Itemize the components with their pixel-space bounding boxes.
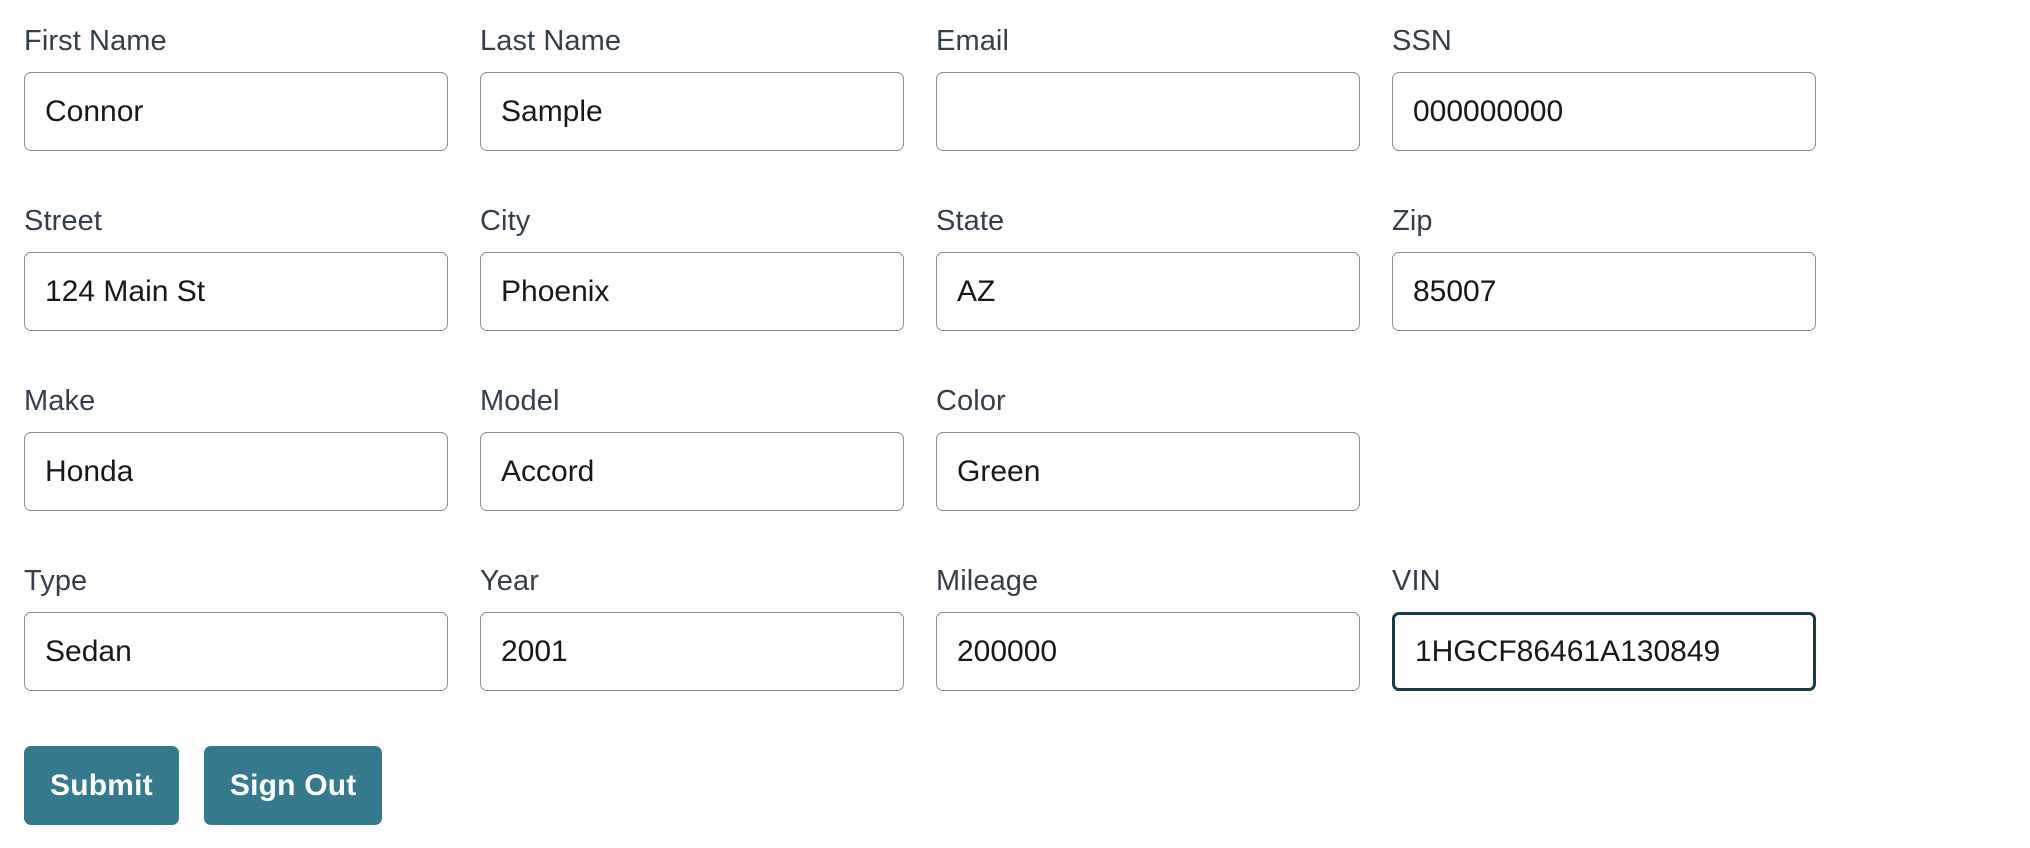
form-field-first-name: First Name Connor <box>24 24 448 204</box>
color-label: Color <box>936 385 1006 417</box>
street-label: Street <box>24 205 102 237</box>
type-label: Type <box>24 565 88 597</box>
make-value: Honda <box>45 454 134 488</box>
year-label: Year <box>480 565 539 597</box>
last-name-input[interactable]: Sample <box>480 72 904 151</box>
form-field-zip: Zip 85007 <box>1392 204 1816 384</box>
vin-value: 1HGCF86461A130849 <box>1415 634 1721 668</box>
model-label: Model <box>480 385 560 417</box>
ssn-label: SSN <box>1392 25 1452 57</box>
city-value: Phoenix <box>501 274 610 308</box>
email-input[interactable] <box>936 72 1360 151</box>
year-input[interactable]: 2001 <box>480 612 904 691</box>
vehicle-owner-form: First Name Connor Last Name Sample Email SSN 0… <box>0 0 2030 848</box>
state-label: State <box>936 205 1005 237</box>
color-value: Green <box>957 454 1041 488</box>
form-field-color: Color Green <box>936 384 1360 564</box>
state-input[interactable]: AZ <box>936 252 1360 331</box>
ssn-value: 000000000 <box>1413 94 1564 128</box>
form-field-make: Make Honda <box>24 384 448 564</box>
street-input[interactable]: 124 Main St <box>24 252 448 331</box>
make-input[interactable]: Honda <box>24 432 448 511</box>
mileage-value: 200000 <box>957 634 1058 668</box>
email-label: Email <box>936 25 1010 57</box>
mileage-input[interactable]: 200000 <box>936 612 1360 691</box>
vin-input[interactable]: 1HGCF86461A130849 <box>1392 612 1816 691</box>
form-field-city: City Phoenix <box>480 204 904 384</box>
form-field-grid: First Name Connor Last Name Sample Email SSN 0… <box>24 24 2030 744</box>
year-value: 2001 <box>501 634 568 668</box>
form-field-email: Email <box>936 24 1360 204</box>
last-name-label: Last Name <box>480 25 622 57</box>
first-name-input[interactable]: Connor <box>24 72 448 151</box>
sign-out-button[interactable]: Sign Out <box>203 746 383 825</box>
last-name-value: Sample <box>501 94 603 128</box>
form-field-ssn: SSN 000000000 <box>1392 24 1816 204</box>
form-field-last-name: Last Name Sample <box>480 24 904 204</box>
type-value: Sedan <box>45 634 132 668</box>
form-field-street: Street 124 Main St <box>24 204 448 384</box>
zip-label: Zip <box>1392 205 1433 237</box>
make-label: Make <box>24 385 96 417</box>
form-field-mileage: Mileage 200000 <box>936 564 1360 744</box>
street-value: 124 Main St <box>45 274 206 308</box>
form-field-type: Type Sedan <box>24 564 448 744</box>
vin-label: VIN <box>1392 565 1441 597</box>
color-input[interactable]: Green <box>936 432 1360 511</box>
type-input[interactable]: Sedan <box>24 612 448 691</box>
form-field-year: Year 2001 <box>480 564 904 744</box>
model-value: Accord <box>501 454 595 488</box>
form-field-vin: VIN 1HGCF86461A130849 <box>1392 564 1816 744</box>
zip-value: 85007 <box>1413 274 1497 308</box>
zip-input[interactable]: 85007 <box>1392 252 1816 331</box>
model-input[interactable]: Accord <box>480 432 904 511</box>
form-actions: Submit Sign Out <box>24 744 2030 825</box>
form-field-model: Model Accord <box>480 384 904 564</box>
mileage-label: Mileage <box>936 565 1039 597</box>
first-name-value: Connor <box>45 94 144 128</box>
ssn-input[interactable]: 000000000 <box>1392 72 1816 151</box>
form-field-state: State AZ <box>936 204 1360 384</box>
city-label: City <box>480 205 531 237</box>
first-name-label: First Name <box>24 25 167 57</box>
city-input[interactable]: Phoenix <box>480 252 904 331</box>
state-value: AZ <box>957 274 996 308</box>
submit-button[interactable]: Submit <box>24 746 179 825</box>
